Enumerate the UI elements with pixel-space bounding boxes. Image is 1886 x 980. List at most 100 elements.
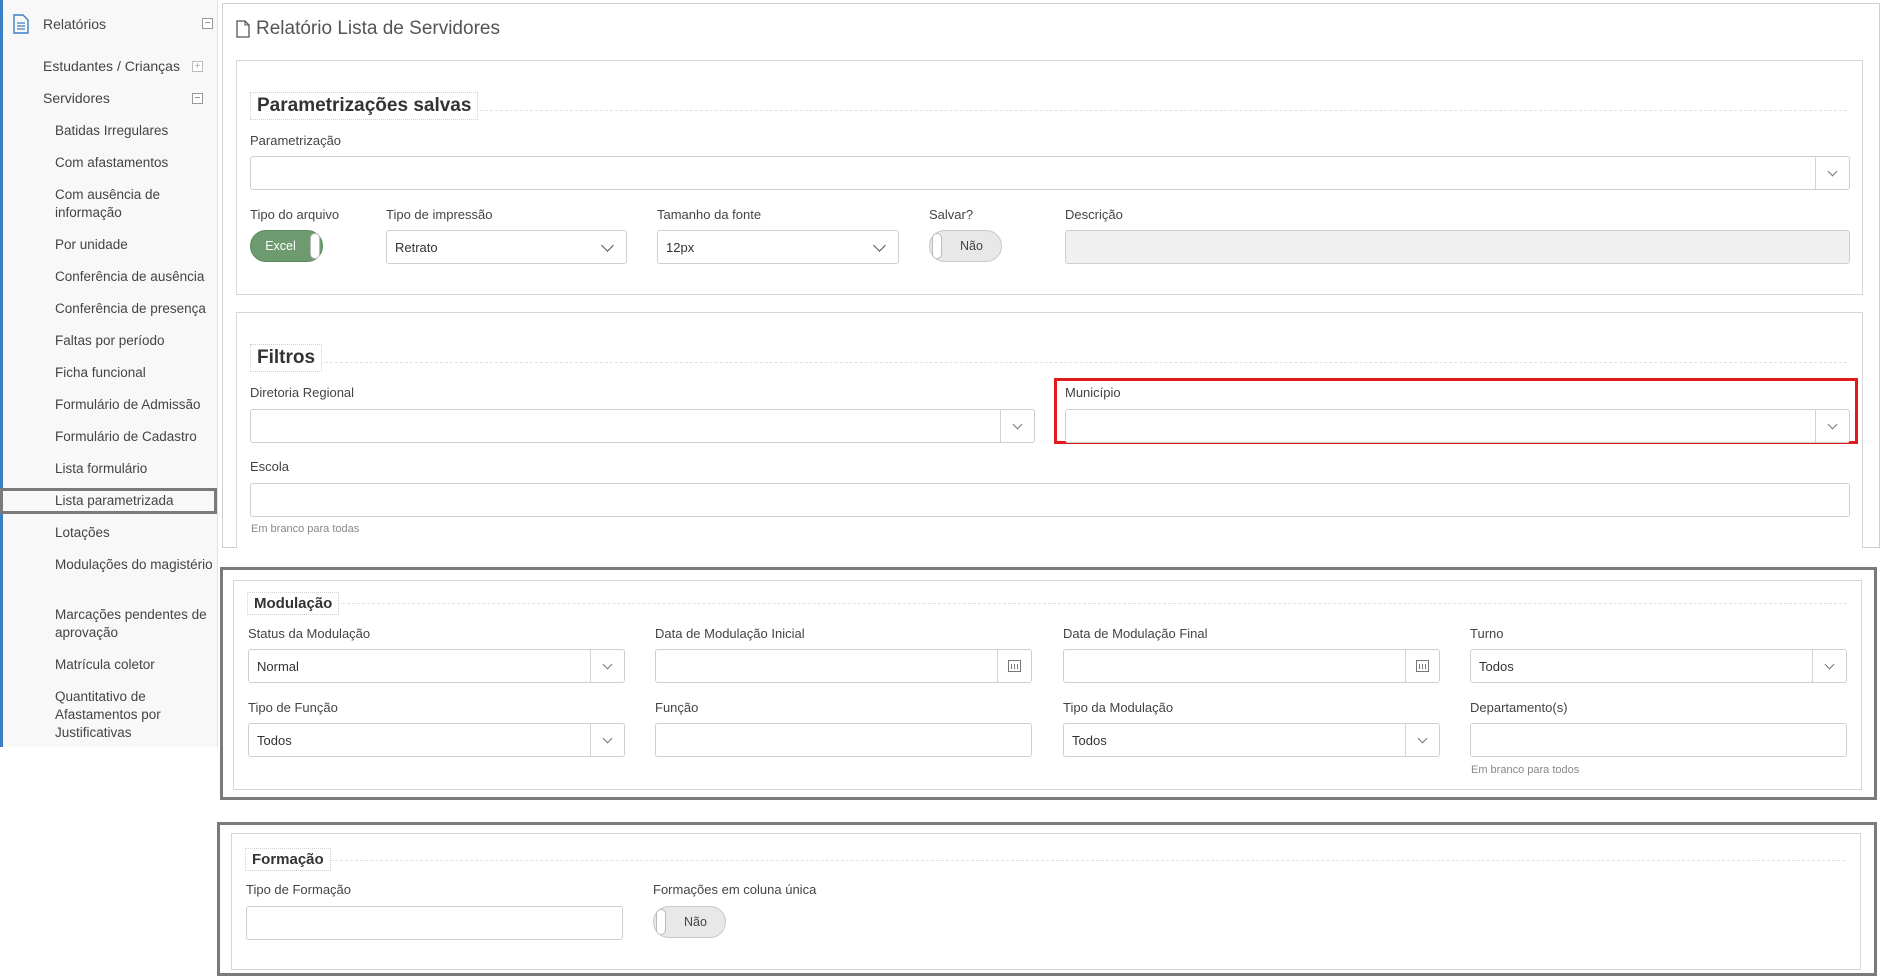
toggle-knob <box>656 909 666 935</box>
escola-hint: Em branco para todas <box>251 523 360 535</box>
collapse-icon[interactable]: − <box>192 93 203 104</box>
chevron-down-icon[interactable] <box>590 650 624 682</box>
chevron-down-icon[interactable] <box>1815 410 1849 442</box>
sidebar-item-marcacoes[interactable]: Marcações pendentes de aprovação <box>55 606 215 642</box>
sidebar: Relatórios − Estudantes / Crianças + Ser… <box>0 0 218 747</box>
toggle-text: Não <box>960 239 983 253</box>
sidebar-item-lotacoes[interactable]: Lotações <box>55 524 215 542</box>
departamentos-input[interactable] <box>1470 723 1847 757</box>
calendar-icon[interactable] <box>997 650 1031 682</box>
sidebar-item-quantitativo[interactable]: Quantitativo de Afastamentos por Justifi… <box>55 688 215 742</box>
sidebar-item-batidas[interactable]: Batidas Irregulares <box>55 122 215 140</box>
tipo-modulacao-select[interactable]: Todos <box>1063 723 1440 757</box>
departamentos-label: Departamento(s) <box>1470 700 1568 715</box>
legend-formacao: Formação <box>245 848 331 871</box>
expand-icon[interactable]: + <box>192 61 203 72</box>
legend-filtros: Filtros <box>250 344 323 372</box>
tipo-modulacao-value: Todos <box>1072 732 1107 748</box>
data-inicial-label: Data de Modulação Inicial <box>655 626 805 641</box>
toggle-knob <box>310 233 320 259</box>
tipo-formacao-input[interactable] <box>246 906 623 940</box>
parametrizacao-label: Parametrização <box>250 133 342 148</box>
tipo-impressao-value: Retrato <box>395 239 438 255</box>
sidebar-item-matricula[interactable]: Matrícula coletor <box>55 656 215 674</box>
escola-input[interactable] <box>250 483 1850 517</box>
sidebar-item-conf-ausencia[interactable]: Conferência de ausência <box>55 268 215 286</box>
status-modulacao-label: Status da Modulação <box>248 626 371 641</box>
coluna-unica-label: Formações em coluna única <box>653 882 817 897</box>
status-modulacao-select[interactable]: Normal <box>248 649 625 683</box>
sidebar-sub-label: Estudantes / Crianças <box>43 58 180 74</box>
toggle-text: Não <box>684 915 707 929</box>
escola-label: Escola <box>250 459 290 474</box>
sidebar-item-lista-formulario[interactable]: Lista formulário <box>55 460 215 478</box>
tamanho-fonte-select[interactable]: 12px <box>657 230 899 264</box>
section-formacao <box>231 833 1861 970</box>
legend-modulacao: Modulação <box>247 592 340 615</box>
parametrizacao-select[interactable] <box>250 156 1850 190</box>
chevron-down-icon[interactable] <box>1812 650 1846 682</box>
section-modulacao <box>233 580 1862 790</box>
page-title-text: Relatório Lista de Servidores <box>256 18 500 39</box>
sidebar-item-faltas[interactable]: Faltas por período <box>55 332 215 350</box>
tipo-impressao-select[interactable]: Retrato <box>386 230 627 264</box>
salvar-toggle[interactable]: Não <box>929 230 1002 262</box>
coluna-unica-toggle[interactable]: Não <box>653 906 726 938</box>
document-icon <box>13 14 29 34</box>
tipo-funcao-value: Todos <box>257 732 292 748</box>
tipo-formacao-label: Tipo de Formação <box>246 882 352 897</box>
chevron-down-icon <box>873 239 886 252</box>
legend-divider <box>250 362 1847 363</box>
status-modulacao-value: Normal <box>257 658 299 674</box>
data-final-label: Data de Modulação Final <box>1063 626 1208 641</box>
sidebar-item-afastamentos[interactable]: Com afastamentos <box>55 154 215 172</box>
departamentos-hint: Em branco para todos <box>1471 764 1580 776</box>
tipo-modulacao-label: Tipo da Modulação <box>1063 700 1174 715</box>
legend-divider <box>247 603 1847 604</box>
legend-divider <box>245 860 1845 861</box>
tamanho-fonte-value: 12px <box>666 239 695 255</box>
turno-value: Todos <box>1479 658 1514 674</box>
tamanho-fonte-label: Tamanho da fonte <box>657 207 762 222</box>
funcao-label: Função <box>655 700 699 715</box>
sidebar-item-conf-presenca[interactable]: Conferência de presença <box>55 300 215 318</box>
sidebar-item-servidores[interactable]: Servidores − <box>43 90 211 106</box>
tipo-arquivo-toggle[interactable]: Excel <box>250 230 323 262</box>
sidebar-item-form-cadastro[interactable]: Formulário de Cadastro <box>55 428 215 446</box>
diretoria-select[interactable] <box>250 409 1035 443</box>
sidebar-item-modulacoes[interactable]: Modulações do magistério <box>55 556 215 574</box>
descricao-input[interactable] <box>1065 230 1850 264</box>
calendar-icon[interactable] <box>1405 650 1439 682</box>
toggle-text: Excel <box>265 239 296 253</box>
turno-label: Turno <box>1470 626 1504 641</box>
legend-divider <box>250 110 1847 111</box>
municipio-select[interactable] <box>1065 409 1850 443</box>
sidebar-item-form-admissao[interactable]: Formulário de Admissão <box>55 396 215 414</box>
legend-parametrizacoes: Parametrizações salvas <box>250 92 479 120</box>
sidebar-root-label: Relatórios <box>43 16 107 32</box>
descricao-label: Descrição <box>1065 207 1123 222</box>
data-inicial-input[interactable] <box>655 649 1032 683</box>
file-icon <box>236 20 250 38</box>
chevron-down-icon[interactable] <box>1000 410 1034 442</box>
chevron-down-icon[interactable] <box>1405 724 1439 756</box>
sidebar-item-estudantes[interactable]: Estudantes / Crianças + <box>43 58 211 74</box>
sidebar-root-relatorios[interactable]: Relatórios − <box>13 12 213 36</box>
tipo-funcao-select[interactable]: Todos <box>248 723 625 757</box>
salvar-label: Salvar? <box>929 207 974 222</box>
tipo-arquivo-label: Tipo do arquivo <box>250 207 340 222</box>
sidebar-item-ficha[interactable]: Ficha funcional <box>55 364 215 382</box>
turno-select[interactable]: Todos <box>1470 649 1847 683</box>
chevron-down-icon[interactable] <box>1815 157 1849 189</box>
funcao-input[interactable] <box>655 723 1032 757</box>
collapse-icon[interactable]: − <box>202 18 213 29</box>
tipo-impressao-label: Tipo de impressão <box>386 207 493 222</box>
page-title: Relatório Lista de Servidores <box>236 18 500 40</box>
diretoria-label: Diretoria Regional <box>250 385 355 400</box>
sidebar-item-ausencia-info[interactable]: Com ausência de informação <box>55 186 215 222</box>
data-final-input[interactable] <box>1063 649 1440 683</box>
sidebar-item-por-unidade[interactable]: Por unidade <box>55 236 215 254</box>
sidebar-item-lista-parametrizada[interactable]: Lista parametrizada <box>0 488 217 514</box>
municipio-label: Município <box>1065 385 1121 400</box>
chevron-down-icon[interactable] <box>590 724 624 756</box>
